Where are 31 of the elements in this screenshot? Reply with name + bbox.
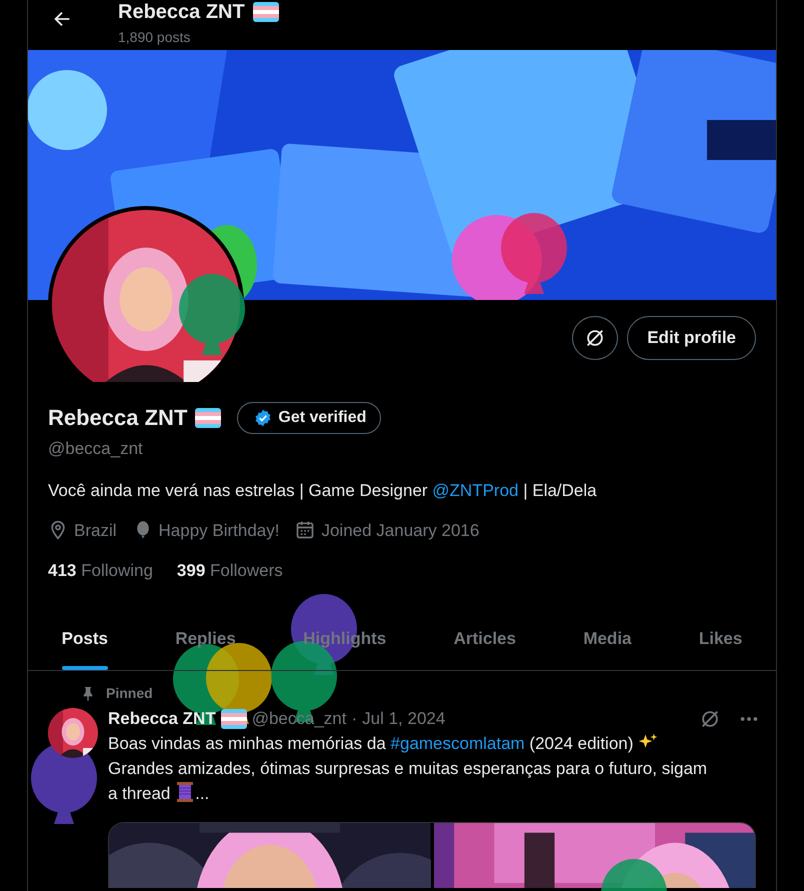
get-verified-button[interactable]: Get verified bbox=[237, 402, 382, 434]
pinned-label: Pinned bbox=[106, 684, 153, 702]
mention-link[interactable]: @ZNTProd bbox=[432, 480, 518, 500]
stat-link[interactable]: 399 Followers bbox=[176, 558, 283, 584]
post-text: Boas vindas as minhas memórias da #gamescomlatam (2024 edition) Grandes amizades, ótimas surpresas e muitas esperanças para o futuro, sigam a thread ... bbox=[108, 730, 708, 804]
stat-link[interactable]: 413 Following bbox=[48, 558, 153, 584]
hashtag-link[interactable]: #gamescomlatam bbox=[390, 734, 525, 752]
join-date: Joined January 2016 bbox=[321, 520, 480, 542]
profile-name: Rebecca ZNT bbox=[48, 404, 188, 432]
spool-icon bbox=[175, 780, 196, 802]
location-text: Brazil bbox=[74, 520, 117, 542]
profile-tab[interactable]: Likes bbox=[665, 608, 776, 670]
profile-tab[interactable]: Media bbox=[550, 608, 666, 670]
flag-icon bbox=[195, 408, 222, 428]
flag-icon bbox=[220, 708, 247, 728]
post-count: 1,890 posts bbox=[118, 29, 190, 45]
balloon-icon bbox=[600, 858, 668, 891]
birthday-text: Happy Birthday! bbox=[158, 520, 280, 542]
post-date: Jul 1, 2024 bbox=[362, 708, 446, 730]
profile-tab[interactable]: Articles bbox=[420, 608, 550, 670]
profile-tab[interactable]: Replies bbox=[142, 608, 270, 670]
profile-title: Rebecca ZNT bbox=[118, 0, 245, 24]
bio-text: Você ainda me verá nas estrelas | Game Designer @ZNTProd | Ela/Dela bbox=[48, 480, 598, 502]
verified-badge-icon bbox=[254, 409, 272, 427]
edit-profile-button[interactable]: Edit profile bbox=[627, 316, 756, 360]
profile-handle: @becca_znt bbox=[48, 439, 143, 458]
calendar-icon bbox=[295, 520, 316, 540]
flag-icon bbox=[252, 2, 279, 22]
author-handle: @becca_znt bbox=[252, 708, 346, 730]
separator-dot: · bbox=[351, 708, 358, 730]
profile-tab[interactable]: Posts bbox=[28, 608, 142, 670]
